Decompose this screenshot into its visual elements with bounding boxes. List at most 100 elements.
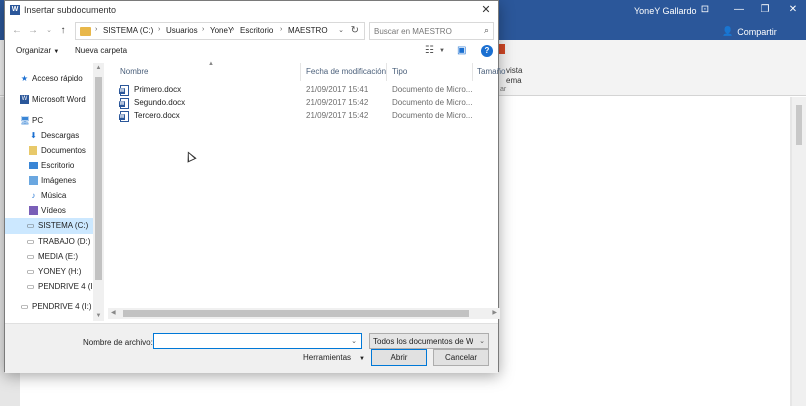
- person-icon: 👤: [722, 26, 734, 36]
- table-row[interactable]: Primero.docx 21/09/2017 15:41 Documento …: [108, 84, 500, 97]
- navigation-pane: ★ Acceso rápido W Microsoft Word 🖥 PC ⬇ Desc…: [5, 63, 105, 321]
- minimize-icon[interactable]: —: [732, 4, 746, 16]
- sidebar-item-media-e[interactable]: ▭ MEDIA (E:): [5, 250, 93, 264]
- table-row[interactable]: Tercero.docx 21/09/2017 15:42 Documento …: [108, 110, 500, 123]
- scroll-up-icon[interactable]: ▲: [93, 63, 104, 73]
- view-options-icon[interactable]: ☷: [425, 45, 434, 56]
- sidebar-item-downloads[interactable]: ⬇ Descargas: [5, 129, 93, 143]
- word-user-name[interactable]: YoneY Gallardo: [634, 6, 697, 16]
- column-separator[interactable]: [300, 63, 301, 81]
- filename-field[interactable]: ⌄: [153, 333, 362, 349]
- organize-button[interactable]: Organizar ▼: [16, 46, 59, 55]
- sidebar-item-desktop[interactable]: Escritorio: [5, 159, 93, 173]
- navigation-pane-scrollbar[interactable]: ▲ ▼: [93, 63, 104, 321]
- file-list-horizontal-scrollbar[interactable]: ◀ ▶: [108, 308, 500, 319]
- file-name: Primero.docx: [134, 85, 182, 94]
- file-type: Documento de Micro...: [392, 85, 473, 94]
- breadcrumb-yoney[interactable]: YoneY: [210, 26, 233, 35]
- word-app-icon: W: [10, 5, 20, 15]
- file-name: Segundo.docx: [134, 98, 186, 107]
- share-button[interactable]: 👤 Compartir: [722, 26, 777, 37]
- recent-locations-icon[interactable]: ⌄: [43, 24, 55, 38]
- sidebar-item-pendrive-i-root[interactable]: ▭ PENDRIVE 4 (I:): [5, 300, 93, 314]
- search-box[interactable]: ⌕: [369, 22, 494, 40]
- ribbon-display-options-icon[interactable]: ⊡: [698, 4, 712, 16]
- scroll-left-icon[interactable]: ◀: [111, 308, 116, 319]
- column-header-name[interactable]: Nombre: [120, 67, 148, 76]
- chevron-right-icon[interactable]: ›: [280, 26, 282, 33]
- scroll-down-icon[interactable]: ▼: [93, 311, 104, 321]
- close-button[interactable]: ✕: [478, 3, 494, 17]
- sidebar-item-sistema-c[interactable]: ▭ SISTEMA (C:): [5, 218, 93, 234]
- filename-label: Nombre de archivo:: [83, 338, 153, 347]
- view-dropdown-icon[interactable]: ▼: [439, 48, 445, 54]
- up-arrow-icon[interactable]: ↑: [57, 24, 69, 38]
- word-icon: W: [20, 95, 29, 104]
- sidebar-item-trabajo-d[interactable]: ▭ TRABAJO (D:): [5, 235, 93, 249]
- column-header-size[interactable]: Tamaño: [477, 67, 505, 76]
- sidebar-item-quick-access[interactable]: ★ Acceso rápido: [5, 72, 93, 86]
- file-type-filter[interactable]: Todos los documentos de Word ⌄: [369, 333, 489, 349]
- refresh-icon[interactable]: ↻: [351, 25, 359, 36]
- sidebar-item-pictures[interactable]: Imágenes: [5, 174, 93, 188]
- new-folder-button[interactable]: Nueva carpeta: [75, 46, 127, 55]
- restore-icon[interactable]: ❐: [758, 4, 772, 16]
- file-type: Documento de Micro...: [392, 111, 473, 120]
- chevron-right-icon[interactable]: ›: [232, 26, 234, 33]
- chevron-right-icon[interactable]: ›: [158, 26, 160, 33]
- column-separator[interactable]: [386, 63, 387, 81]
- sidebar-item-yoney-h[interactable]: ▭ YONEY (H:): [5, 265, 93, 279]
- breadcrumb-users[interactable]: Usuarios: [166, 26, 198, 35]
- filename-dropdown-icon[interactable]: ⌄: [351, 337, 357, 345]
- usb-icon: ▭: [20, 302, 29, 311]
- scroll-thumb[interactable]: [95, 77, 102, 280]
- column-header-date[interactable]: Fecha de modificación: [306, 67, 386, 76]
- column-separator[interactable]: [472, 63, 473, 81]
- drive-c-icon: ▭: [26, 221, 35, 230]
- videos-icon: [29, 206, 38, 215]
- documents-icon: [29, 146, 37, 155]
- ribbon-group-label: ar: [500, 86, 507, 93]
- table-row[interactable]: Segundo.docx 21/09/2017 15:42 Documento …: [108, 97, 500, 110]
- dialog-footer: Nombre de archivo: ⌄ Todos los documento…: [5, 323, 498, 373]
- scroll-thumb[interactable]: [796, 105, 802, 145]
- drive-icon: ▭: [26, 237, 35, 246]
- open-button[interactable]: Abrir: [371, 349, 427, 366]
- file-date: 21/09/2017 15:41: [306, 85, 369, 94]
- cancel-button[interactable]: Cancelar: [433, 349, 489, 366]
- word-vertical-scrollbar[interactable]: [792, 97, 806, 406]
- scroll-thumb[interactable]: [123, 310, 469, 317]
- search-icon[interactable]: ⌕: [484, 25, 489, 36]
- filename-input[interactable]: [157, 336, 347, 347]
- sidebar-item-microsoft-word[interactable]: W Microsoft Word: [5, 93, 93, 107]
- desktop-icon: [29, 162, 38, 169]
- address-bar[interactable]: › SISTEMA (C:) › Usuarios › YoneY › Escr…: [75, 22, 365, 40]
- breadcrumb-desktop[interactable]: Escritorio: [240, 26, 273, 35]
- tools-button[interactable]: Herramientas ▼: [303, 353, 365, 362]
- breadcrumb-system[interactable]: SISTEMA (C:): [103, 26, 153, 35]
- breadcrumb-maestro[interactable]: MAESTRO: [288, 26, 328, 35]
- chevron-right-icon[interactable]: ›: [202, 26, 204, 33]
- file-list: ▲ Nombre Fecha de modificación Tipo Tama…: [108, 61, 505, 321]
- chevron-down-icon: ⌄: [479, 338, 485, 345]
- downloads-icon: ⬇: [30, 131, 37, 140]
- preview-pane-icon[interactable]: ▣: [457, 45, 466, 56]
- sidebar-item-pc[interactable]: 🖥 PC: [5, 114, 93, 128]
- file-name: Tercero.docx: [134, 111, 180, 120]
- forward-arrow-icon[interactable]: →: [27, 24, 39, 38]
- scroll-right-icon[interactable]: ▶: [492, 308, 497, 319]
- sidebar-item-pendrive-i[interactable]: ▭ PENDRIVE 4 (I:): [5, 280, 98, 294]
- address-dropdown-icon[interactable]: ⌄: [338, 26, 344, 34]
- share-label: Compartir: [737, 26, 777, 37]
- column-header-type[interactable]: Tipo: [392, 67, 407, 76]
- chevron-right-icon[interactable]: ›: [95, 26, 97, 33]
- back-arrow-icon[interactable]: ←: [11, 24, 23, 38]
- caret-down-icon: ▼: [359, 356, 365, 362]
- help-icon[interactable]: ?: [481, 45, 493, 57]
- toolbar: Organizar ▼ Nueva carpeta ☷ ▼ ▣ ?: [5, 43, 498, 61]
- sidebar-item-music[interactable]: ♪ Música: [5, 189, 93, 203]
- sidebar-item-documents[interactable]: Documentos: [5, 144, 93, 158]
- word-close-icon[interactable]: ✕: [786, 4, 800, 16]
- search-input[interactable]: [374, 25, 474, 37]
- sidebar-item-videos[interactable]: Vídeos: [5, 204, 93, 218]
